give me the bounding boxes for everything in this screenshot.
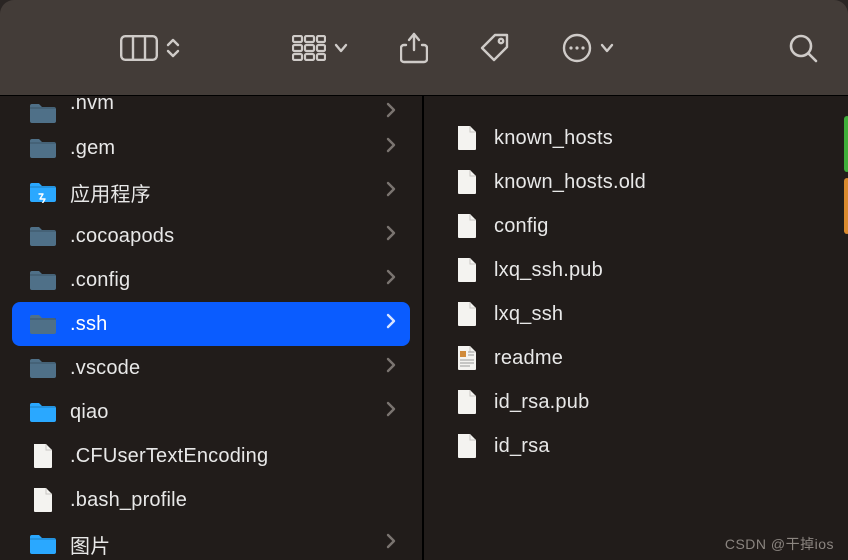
item-label: readme bbox=[494, 347, 822, 370]
columns-icon bbox=[120, 35, 158, 61]
chevron-right-icon bbox=[386, 357, 396, 379]
chevron-right-icon bbox=[386, 533, 396, 555]
item-label: lxq_ssh.pub bbox=[494, 259, 822, 282]
folder-icon bbox=[26, 225, 60, 247]
file-item[interactable]: .bash_profile bbox=[12, 478, 410, 522]
folder-icon bbox=[26, 533, 60, 555]
folder-item[interactable]: .vscode bbox=[12, 346, 410, 390]
folder-item[interactable]: qiao bbox=[12, 390, 410, 434]
chevron-right-icon bbox=[386, 225, 396, 247]
item-label: known_hosts bbox=[494, 127, 822, 150]
share-icon bbox=[400, 32, 428, 64]
tag-icon bbox=[480, 33, 510, 63]
folder-item[interactable]: .config bbox=[12, 258, 410, 302]
chevron-down-icon bbox=[600, 43, 614, 53]
chevron-down-icon bbox=[334, 43, 348, 53]
view-switcher-button[interactable] bbox=[120, 35, 180, 61]
item-label: .nvm bbox=[70, 92, 374, 115]
document-icon bbox=[450, 389, 484, 415]
document-icon bbox=[450, 125, 484, 151]
folder-icon bbox=[26, 401, 60, 423]
item-label: .gem bbox=[70, 137, 374, 160]
file-item[interactable]: lxq_ssh bbox=[436, 292, 836, 336]
toolbar bbox=[0, 0, 848, 95]
chevron-right-icon bbox=[386, 401, 396, 423]
document-icon bbox=[450, 169, 484, 195]
file-item[interactable]: readme bbox=[436, 336, 836, 380]
item-label: 图片 bbox=[70, 530, 374, 559]
updown-icon bbox=[166, 37, 180, 59]
columns-view: .nvm .gem 应用程序 .cocoapods .config .ssh .… bbox=[0, 95, 848, 560]
folder-icon bbox=[26, 137, 60, 159]
document-icon bbox=[450, 301, 484, 327]
item-label: id_rsa.pub bbox=[494, 391, 822, 414]
document-icon bbox=[450, 257, 484, 283]
actions-button[interactable] bbox=[562, 33, 614, 63]
item-label: id_rsa bbox=[494, 435, 822, 458]
folder-icon bbox=[26, 269, 60, 291]
item-label: .ssh bbox=[70, 313, 374, 336]
item-label: .config bbox=[70, 269, 374, 292]
document-icon bbox=[26, 487, 60, 513]
item-label: .CFUserTextEncoding bbox=[70, 445, 396, 468]
item-label: known_hosts.old bbox=[494, 171, 822, 194]
column-child[interactable]: known_hosts known_hosts.old config lxq_s… bbox=[424, 96, 848, 560]
folder-item[interactable]: 应用程序 bbox=[12, 170, 410, 214]
file-item[interactable]: .CFUserTextEncoding bbox=[12, 434, 410, 478]
file-item[interactable]: known_hosts bbox=[436, 116, 836, 160]
chevron-right-icon bbox=[386, 137, 396, 159]
column-parent[interactable]: .nvm .gem 应用程序 .cocoapods .config .ssh .… bbox=[0, 96, 424, 560]
file-item[interactable]: config bbox=[436, 204, 836, 248]
folder-icon bbox=[26, 313, 60, 335]
item-label: .cocoapods bbox=[70, 225, 374, 248]
file-item[interactable]: id_rsa bbox=[436, 424, 836, 468]
folder-item[interactable]: 图片 bbox=[12, 522, 410, 560]
folder-icon bbox=[26, 357, 60, 379]
file-item[interactable]: id_rsa.pub bbox=[436, 380, 836, 424]
file-item[interactable]: known_hosts.old bbox=[436, 160, 836, 204]
edge-indicator bbox=[844, 178, 848, 234]
chevron-right-icon bbox=[386, 269, 396, 291]
item-label: qiao bbox=[70, 401, 374, 424]
grid-icon bbox=[292, 35, 326, 61]
search-button[interactable] bbox=[788, 33, 818, 63]
watermark: CSDN @干掉ios bbox=[725, 534, 834, 554]
document-icon bbox=[450, 213, 484, 239]
file-item[interactable]: lxq_ssh.pub bbox=[436, 248, 836, 292]
edge-indicator bbox=[844, 116, 848, 172]
item-label: config bbox=[494, 215, 822, 238]
folder-icon bbox=[26, 181, 60, 203]
ellipsis-circle-icon bbox=[562, 33, 592, 63]
share-button[interactable] bbox=[400, 32, 428, 64]
item-label: 应用程序 bbox=[70, 178, 374, 207]
item-label: lxq_ssh bbox=[494, 303, 822, 326]
chevron-right-icon bbox=[386, 181, 396, 203]
folder-item[interactable]: .gem bbox=[12, 126, 410, 170]
folder-item[interactable]: .nvm bbox=[12, 100, 410, 126]
search-icon bbox=[788, 33, 818, 63]
document-icon bbox=[26, 443, 60, 469]
folder-item[interactable]: .cocoapods bbox=[12, 214, 410, 258]
folder-icon bbox=[26, 102, 60, 124]
document-icon bbox=[450, 345, 484, 371]
folder-item[interactable]: .ssh bbox=[12, 302, 410, 346]
item-label: .vscode bbox=[70, 357, 374, 380]
chevron-right-icon bbox=[386, 102, 396, 124]
chevron-right-icon bbox=[386, 313, 396, 335]
document-icon bbox=[450, 433, 484, 459]
tags-button[interactable] bbox=[480, 33, 510, 63]
item-label: .bash_profile bbox=[70, 489, 396, 512]
group-by-button[interactable] bbox=[292, 35, 348, 61]
